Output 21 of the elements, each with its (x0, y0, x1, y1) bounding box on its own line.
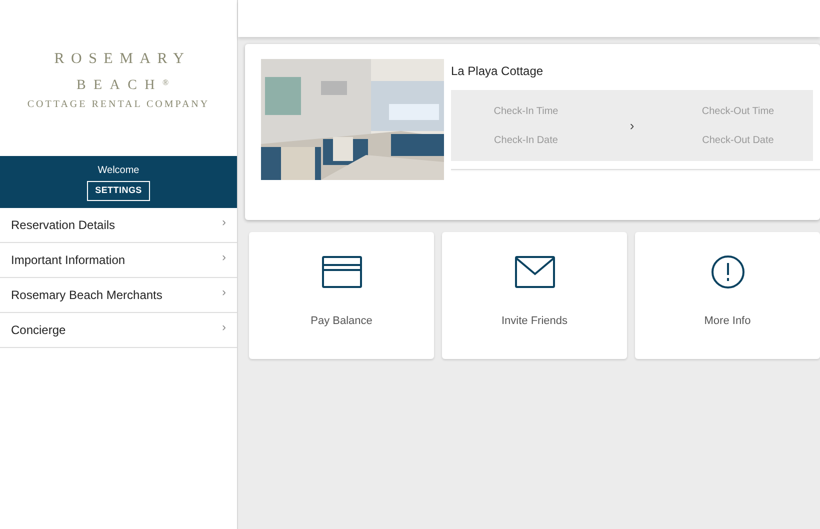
logo-text: ROSEMARY (53, 50, 191, 70)
envelope-icon (514, 256, 554, 288)
check-in-time: Check-In Time (494, 104, 558, 118)
action-tile[interactable]: More Info (635, 232, 820, 359)
check-out-time: Check-Out Time (702, 104, 774, 118)
check-in-date: Check-In Date (494, 134, 558, 148)
settings-button[interactable]: SETTINGS (87, 181, 150, 201)
menu-item[interactable]: Reservation Details › (0, 208, 237, 243)
action-tile[interactable]: Pay Balance (249, 232, 434, 359)
menu-item[interactable]: Rosemary Beach Merchants › (0, 278, 237, 313)
logo-text: COTTAGE RENTAL COMPANY (27, 98, 210, 112)
welcome-text: Welcome (98, 164, 140, 178)
menu-item[interactable]: Important Information › (0, 243, 237, 278)
logo-text: BEACH$^{®}$ (75, 76, 169, 95)
check-out-date: Check-Out Date (702, 134, 774, 148)
info-icon (710, 255, 744, 289)
menu-item[interactable]: Concierge › (0, 313, 237, 348)
chevron-icon: › (630, 116, 634, 136)
credit-card-icon (322, 256, 362, 288)
cottage-name: La Playa Cottage (451, 63, 544, 80)
action-tile[interactable]: Invite Friends (442, 232, 627, 359)
